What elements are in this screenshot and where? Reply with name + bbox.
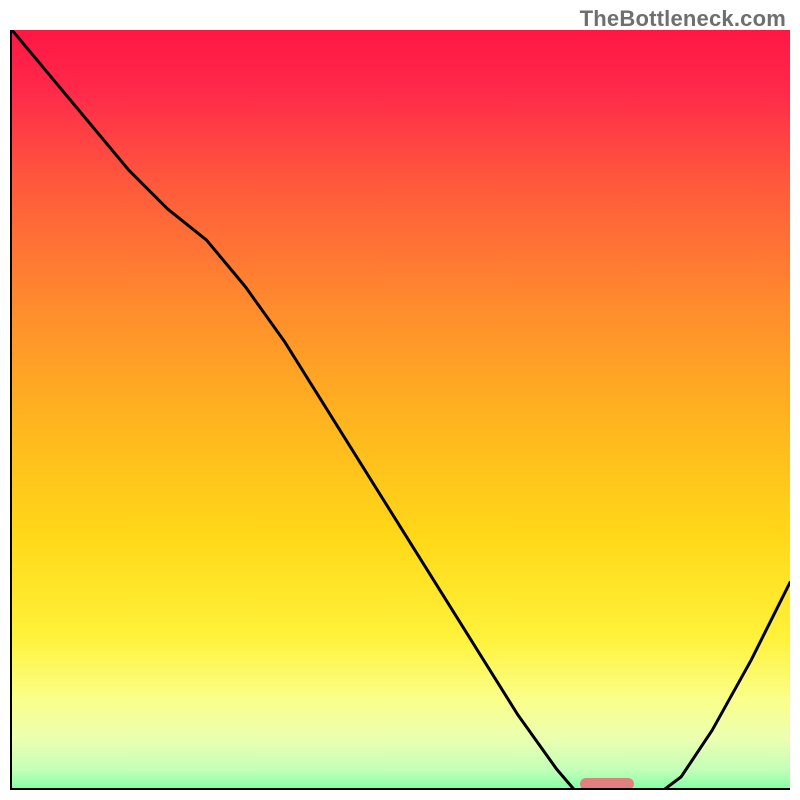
watermark-text: TheBottleneck.com	[580, 6, 786, 32]
plot-area	[10, 30, 790, 790]
chart-frame: TheBottleneck.com	[0, 0, 800, 800]
bottleneck-curve	[12, 30, 790, 790]
optimal-range-marker	[580, 778, 634, 790]
